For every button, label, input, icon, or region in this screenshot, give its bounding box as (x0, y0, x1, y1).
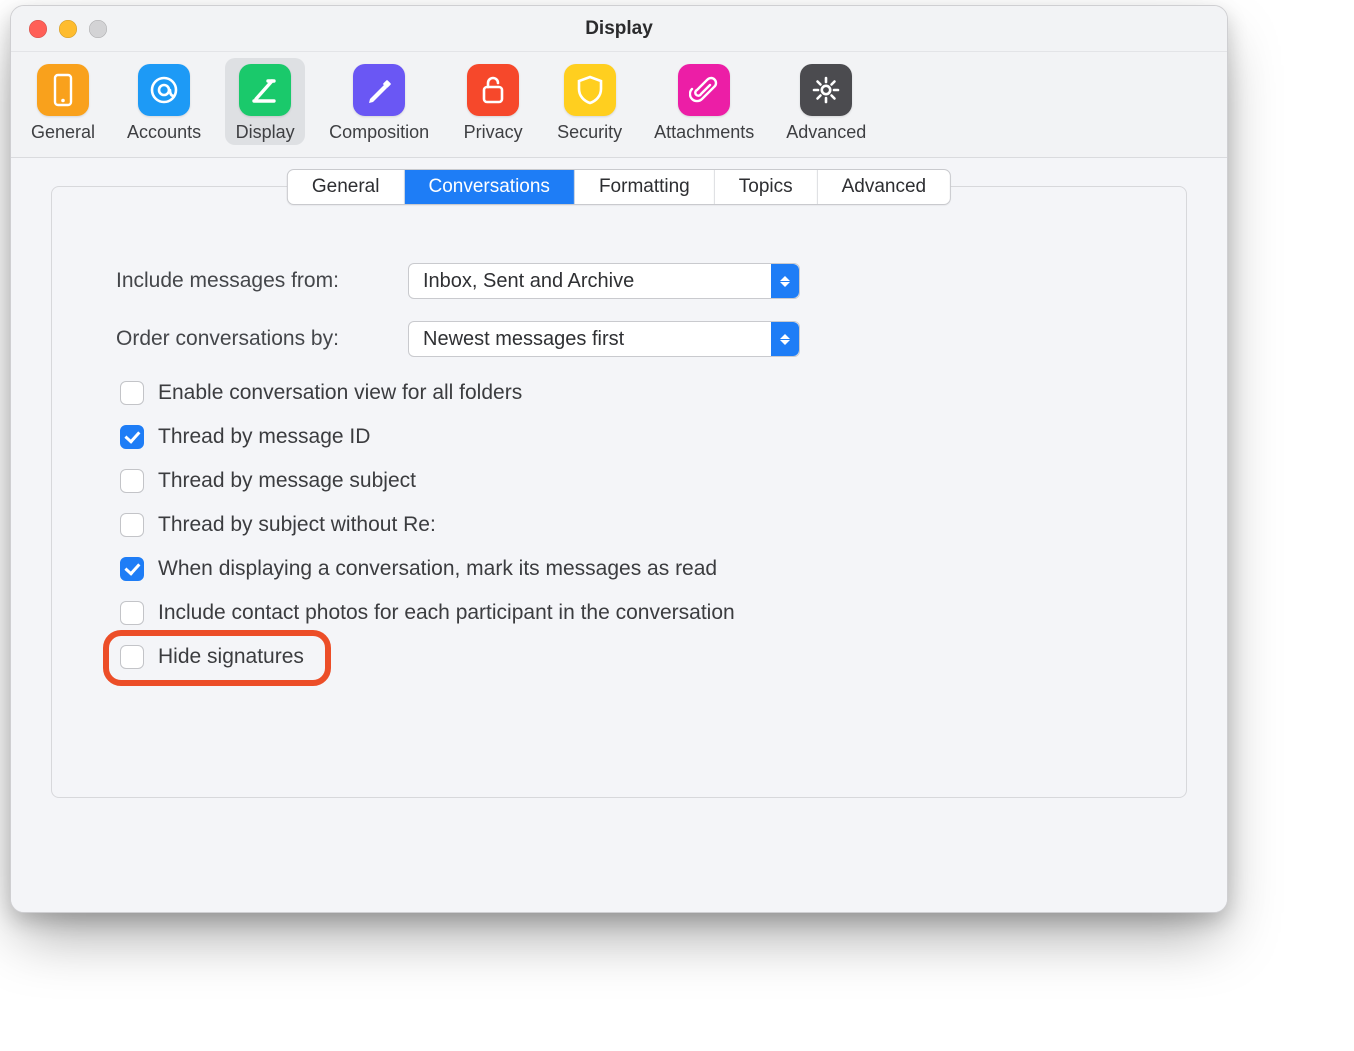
close-window-button[interactable] (29, 20, 47, 38)
checkbox-label: Include contact photos for each particip… (158, 601, 735, 625)
checkbox-enable_all_folders[interactable]: Enable conversation view for all folders (120, 381, 1122, 405)
toolbar-privacy-label: Privacy (464, 122, 523, 143)
checkbox-label: Thread by message subject (158, 469, 416, 493)
checkbox-mark_as_read[interactable]: When displaying a conversation, mark its… (120, 557, 1122, 581)
preferences-toolbar: General Accounts Display Composition Pri (11, 52, 1227, 158)
toolbar-privacy[interactable]: Privacy (453, 58, 533, 145)
toolbar-security[interactable]: Security (549, 58, 630, 145)
accounts-icon (138, 64, 190, 116)
checkbox-box-icon (120, 381, 144, 405)
toolbar-attachments[interactable]: Attachments (646, 58, 762, 145)
checkbox-box-icon (120, 425, 144, 449)
subtab-conversations[interactable]: Conversations (404, 170, 574, 204)
subtab-topics[interactable]: Topics (715, 170, 818, 204)
settings-panel: General Conversations Formatting Topics … (51, 186, 1187, 798)
toolbar-display-label: Display (236, 122, 295, 143)
advanced-icon (800, 64, 852, 116)
security-icon (564, 64, 616, 116)
window-controls (29, 20, 107, 38)
preferences-window: Display General Accounts Display Compo (10, 5, 1228, 913)
checkbox-label: When displaying a conversation, mark its… (158, 557, 717, 581)
privacy-icon (467, 64, 519, 116)
toolbar-composition[interactable]: Composition (321, 58, 437, 145)
checkbox-hide_signatures[interactable]: Hide signatures (120, 645, 1122, 669)
window-title: Display (585, 18, 653, 40)
subtab-general[interactable]: General (288, 170, 405, 204)
checkbox-thread_subject[interactable]: Thread by message subject (120, 469, 1122, 493)
checkbox-label: Enable conversation view for all folders (158, 381, 522, 405)
minimize-window-button[interactable] (59, 20, 77, 38)
zoom-window-button[interactable] (89, 20, 107, 38)
checkbox-thread_subject_nore[interactable]: Thread by subject without Re: (120, 513, 1122, 537)
toolbar-advanced-label: Advanced (786, 122, 866, 143)
toolbar-display[interactable]: Display (225, 58, 305, 145)
subtab-formatting[interactable]: Formatting (575, 170, 715, 204)
toolbar-advanced[interactable]: Advanced (778, 58, 874, 145)
subtab-advanced[interactable]: Advanced (818, 170, 951, 204)
toolbar-attachments-label: Attachments (654, 122, 754, 143)
checkbox-list: Enable conversation view for all folders… (116, 381, 1122, 669)
checkbox-box-icon (120, 513, 144, 537)
updown-arrows-icon (771, 264, 799, 298)
order-by-select[interactable]: Newest messages first (408, 321, 800, 357)
checkbox-box-icon (120, 601, 144, 625)
attachments-icon (678, 64, 730, 116)
row-order-by: Order conversations by: Newest messages … (116, 321, 1122, 357)
display-icon (239, 64, 291, 116)
toolbar-accounts[interactable]: Accounts (119, 58, 209, 145)
checkbox-label: Thread by message ID (158, 425, 370, 449)
updown-arrows-icon (771, 322, 799, 356)
composition-icon (353, 64, 405, 116)
include-messages-label: Include messages from: (116, 269, 392, 293)
display-subtabs: General Conversations Formatting Topics … (287, 169, 951, 205)
checkbox-box-icon (120, 645, 144, 669)
content-area: General Conversations Formatting Topics … (11, 158, 1227, 912)
toolbar-security-label: Security (557, 122, 622, 143)
row-include-messages: Include messages from: Inbox, Sent and A… (116, 263, 1122, 299)
toolbar-general-label: General (31, 122, 95, 143)
checkbox-label: Hide signatures (158, 645, 304, 669)
checkbox-label: Thread by subject without Re: (158, 513, 436, 537)
order-by-value: Newest messages first (423, 328, 624, 351)
general-icon (37, 64, 89, 116)
checkbox-box-icon (120, 469, 144, 493)
toolbar-composition-label: Composition (329, 122, 429, 143)
titlebar: Display (11, 6, 1227, 52)
checkbox-box-icon (120, 557, 144, 581)
order-by-label: Order conversations by: (116, 327, 392, 351)
checkbox-thread_msgid[interactable]: Thread by message ID (120, 425, 1122, 449)
checkbox-contact_photos[interactable]: Include contact photos for each particip… (120, 601, 1122, 625)
toolbar-general[interactable]: General (23, 58, 103, 145)
conversations-form: Include messages from: Inbox, Sent and A… (52, 227, 1186, 669)
include-messages-value: Inbox, Sent and Archive (423, 270, 634, 293)
toolbar-accounts-label: Accounts (127, 122, 201, 143)
include-messages-select[interactable]: Inbox, Sent and Archive (408, 263, 800, 299)
